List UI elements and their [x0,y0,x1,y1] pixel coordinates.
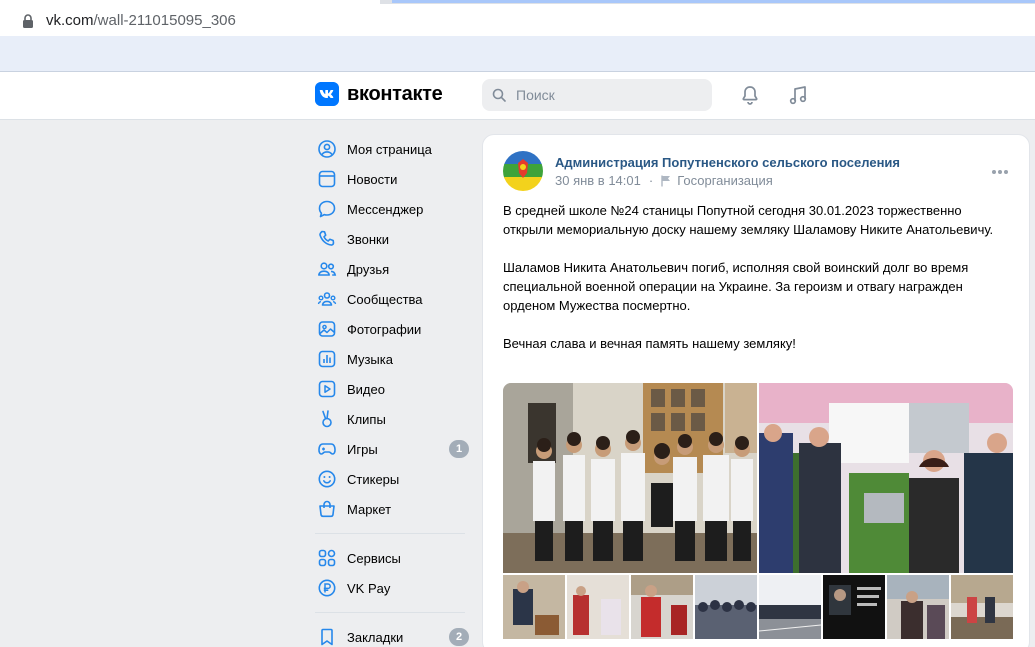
org-type: Госорганизация [677,173,773,188]
community-avatar[interactable] [503,151,543,191]
menu-label: Моя страница [347,141,432,157]
vk-logo-icon[interactable] [315,82,339,106]
smile-icon [318,470,336,488]
menu-label: Друзья [347,261,390,277]
photo-thumbnail[interactable] [759,575,821,639]
menu-item-calls[interactable]: Звонки [315,224,475,254]
menu-divider [315,533,465,534]
phone-icon [319,230,335,246]
photo-thumbnail[interactable] [823,575,885,639]
vk-header: вконтакте Поиск [0,72,1035,120]
market-icon [319,500,335,518]
bookmarks-bar [0,36,1035,72]
menu-label: VK Pay [347,580,391,596]
menu-item-messenger[interactable]: Мессенджер [315,194,475,224]
menu-label: Клипы [347,411,386,427]
menu-item-my-page[interactable]: Моя страница [315,134,475,164]
post-paragraph: Шаламов Никита Анатольевич погиб, исполн… [503,260,969,313]
post-meta: 30 янв в 14:01 · Госорганизация [555,173,773,188]
games-count-badge: 1 [449,440,469,458]
clips-icon [322,410,332,428]
flag-icon [661,175,671,186]
menu-label: Звонки [347,231,389,247]
vkpay-icon [318,579,336,597]
menu-item-photos[interactable]: Фотографии [315,314,475,344]
menu-item-services[interactable]: Сервисы [315,543,475,573]
post-date[interactable]: 30 янв в 14:01 [555,173,641,188]
post-photo[interactable] [503,383,757,573]
url-text[interactable]: vk.com/wall-211015095_306 [46,12,236,29]
services-icon [318,549,336,567]
games-icon [318,443,336,455]
menu-item-clips[interactable]: Клипы [315,404,475,434]
search-placeholder: Поиск [516,87,555,103]
music-icon [318,350,336,368]
menu-item-video[interactable]: Видео [315,374,475,404]
brand-wordmark[interactable]: вконтакте [347,83,443,106]
post-paragraph: Вечная слава и вечная память нашему земл… [503,336,796,351]
inactive-tab[interactable] [392,0,1035,3]
friends-icon [318,262,337,276]
post-text: В средней школе №24 станицы Попутной сег… [503,201,1013,372]
menu-label: Новости [347,171,398,187]
menu-label: Сервисы [347,550,401,566]
menu-label: Мессенджер [347,201,424,217]
photo-thumbnail[interactable] [567,575,629,639]
message-icon [318,200,336,218]
menu-label: Музыка [347,351,393,367]
menu-item-music[interactable]: Музыка [315,344,475,374]
menu-item-games[interactable]: Игры 1 [315,434,475,464]
music-note-icon[interactable] [787,84,809,106]
user-circle-icon [318,140,336,158]
search-icon [492,88,506,102]
video-icon [318,380,336,398]
menu-item-news[interactable]: Новости [315,164,475,194]
bell-icon[interactable] [739,84,761,106]
photo-thumbnail[interactable] [695,575,757,639]
search-input[interactable]: Поиск [482,79,712,111]
menu-item-bookmarks[interactable]: Закладки 2 [315,622,475,647]
menu-item-vkpay[interactable]: VK Pay [315,573,475,603]
photo-thumbnail[interactable] [631,575,693,639]
menu-item-stickers[interactable]: Стикеры [315,464,475,494]
url-host: vk.com [46,12,94,29]
bookmarks-count-badge: 2 [449,628,469,646]
post-author[interactable]: Администрация Попутненского сельского по… [555,155,900,170]
wall-post: Администрация Попутненского сельского по… [482,134,1030,647]
menu-label: Видео [347,381,385,397]
photo-thumbnails [503,575,1013,639]
menu-label: Фотографии [347,321,422,337]
left-menu: Моя страница Новости Мессенджер Звонки Д… [315,134,475,647]
menu-label: Сообщества [347,291,423,307]
photo-thumbnail[interactable] [503,575,565,639]
lock-icon[interactable] [22,14,34,28]
menu-label: Закладки [347,629,404,645]
menu-label: Игры [347,441,378,457]
post-photo[interactable] [759,383,1013,573]
news-icon [318,170,336,188]
communities-icon [317,292,337,306]
address-bar[interactable]: vk.com/wall-211015095_306 [0,4,1035,36]
menu-item-friends[interactable]: Друзья [315,254,475,284]
meta-separator: · [648,173,654,188]
photo-thumbnail[interactable] [951,575,1013,639]
menu-item-market[interactable]: Маркет [315,494,475,524]
menu-label: Стикеры [347,471,400,487]
menu-item-communities[interactable]: Сообщества [315,284,475,314]
photo-thumbnail[interactable] [887,575,949,639]
post-paragraph: В средней школе №24 станицы Попутной сег… [503,203,994,237]
url-path: /wall-211015095_306 [93,12,236,29]
menu-divider [315,612,465,613]
menu-label: Маркет [347,501,392,517]
photo-icon [318,321,336,337]
more-options-icon[interactable] [991,169,1009,175]
bookmark-icon [321,628,333,646]
